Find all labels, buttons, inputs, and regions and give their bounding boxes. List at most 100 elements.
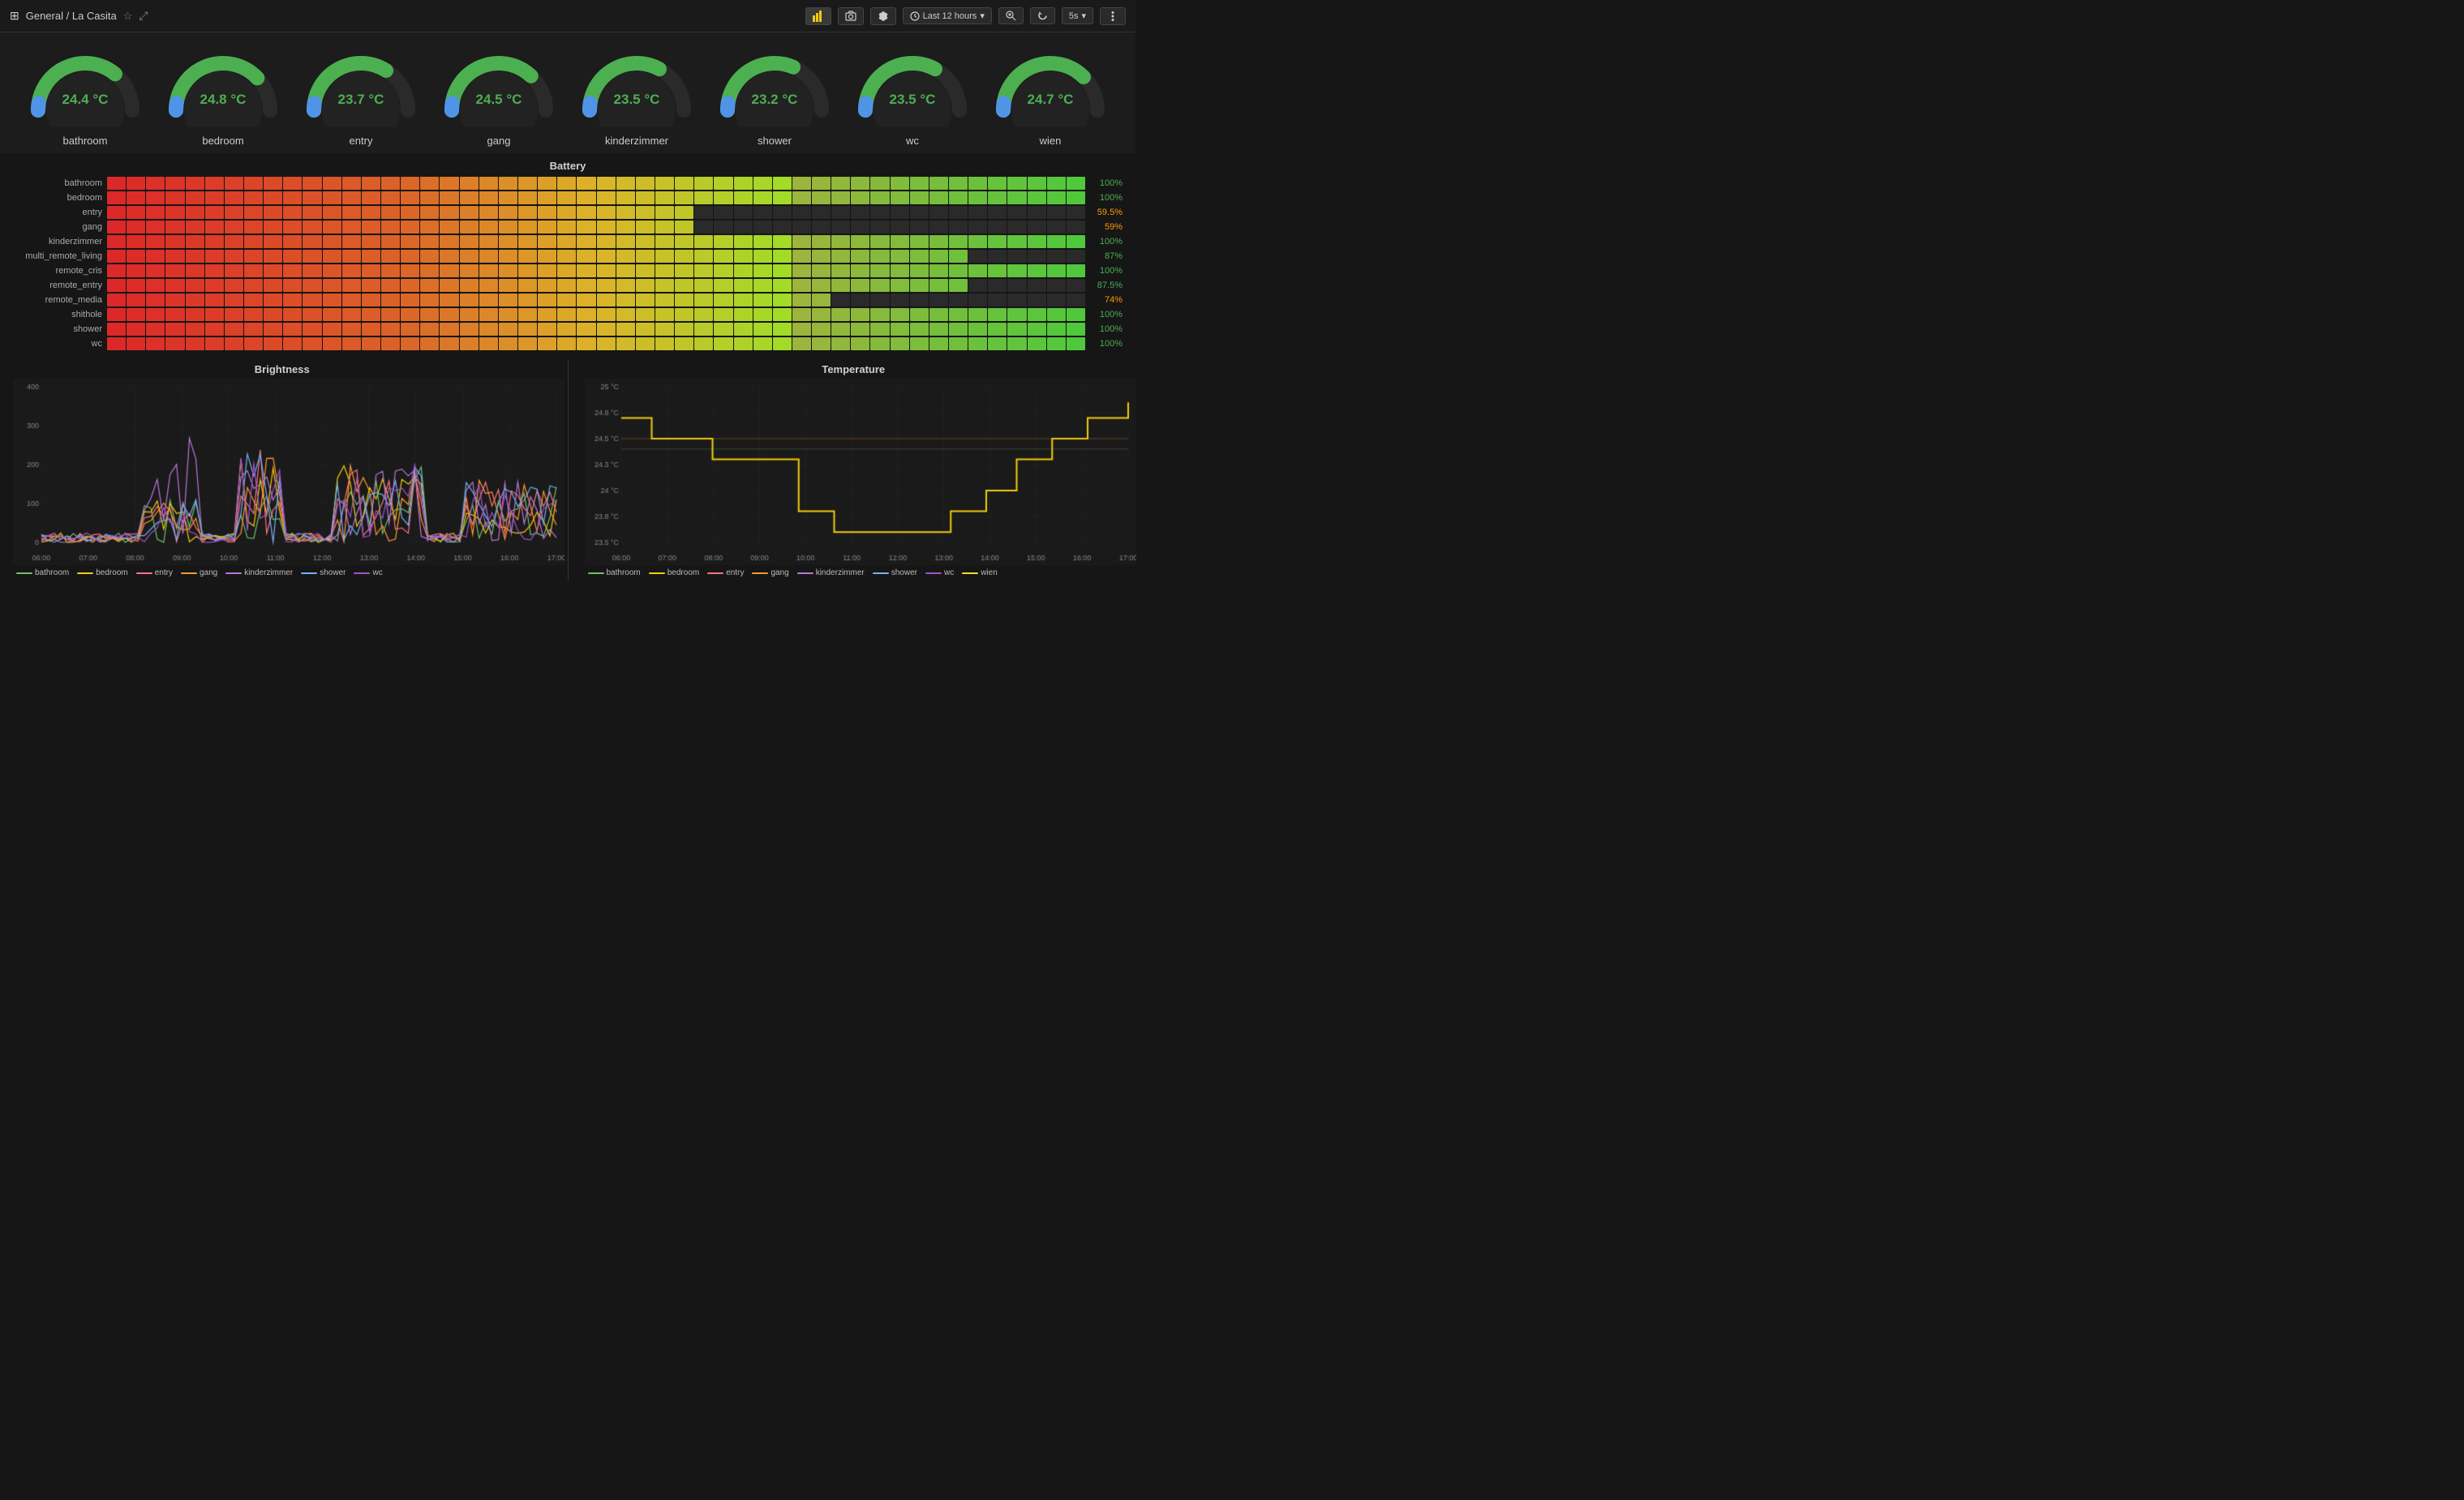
battery-cell bbox=[165, 264, 184, 277]
battery-label-shithole: shithole bbox=[13, 310, 102, 319]
battery-cell bbox=[968, 250, 987, 263]
battery-cell bbox=[381, 177, 400, 190]
legend-color-dot bbox=[752, 572, 768, 574]
battery-cell bbox=[518, 191, 537, 204]
star-icon[interactable]: ☆ bbox=[123, 10, 133, 23]
battery-cell bbox=[186, 279, 204, 292]
battery-cell bbox=[1028, 206, 1046, 219]
header: ⊞ General / La Casita ☆ ⤢ Last bbox=[0, 0, 1135, 32]
battery-cell bbox=[694, 294, 713, 306]
battery-row-bathroom: bathroom100% bbox=[13, 177, 1123, 190]
zoom-button[interactable] bbox=[998, 7, 1024, 24]
svg-text:24.4 °C: 24.4 °C bbox=[62, 92, 109, 107]
battery-cell bbox=[831, 323, 850, 336]
battery-cell bbox=[107, 221, 126, 234]
battery-cell bbox=[891, 337, 909, 350]
battery-cell bbox=[165, 323, 184, 336]
battery-cell bbox=[597, 323, 616, 336]
battery-cell bbox=[636, 294, 655, 306]
battery-cell bbox=[831, 337, 850, 350]
camera-icon bbox=[845, 11, 856, 22]
battery-cell bbox=[577, 177, 595, 190]
settings-button[interactable] bbox=[870, 7, 896, 25]
battery-pct-shower: 100% bbox=[1090, 324, 1123, 334]
battery-cells-entry bbox=[107, 206, 1085, 219]
time-range-button[interactable]: Last 12 hours ▾ bbox=[903, 7, 992, 24]
battery-cell bbox=[499, 177, 517, 190]
battery-cell bbox=[342, 294, 361, 306]
battery-cell bbox=[460, 308, 479, 321]
battery-cell bbox=[362, 323, 380, 336]
legend-label: entry bbox=[155, 568, 173, 577]
refresh-button[interactable] bbox=[1030, 7, 1055, 24]
battery-cell bbox=[851, 279, 869, 292]
battery-cell bbox=[1047, 323, 1066, 336]
battery-cell bbox=[851, 337, 869, 350]
screenshot-button[interactable] bbox=[838, 7, 864, 25]
legend-color-dot bbox=[649, 572, 665, 574]
battery-cell bbox=[538, 294, 556, 306]
legend-label: shower bbox=[891, 568, 917, 577]
legend-label: gang bbox=[771, 568, 788, 577]
battery-cell bbox=[244, 221, 263, 234]
battery-cell bbox=[891, 221, 909, 234]
legend-label: shower bbox=[320, 568, 346, 577]
battery-cell bbox=[792, 323, 811, 336]
battery-cell bbox=[283, 235, 302, 248]
brightness-legend-item-bedroom: bedroom bbox=[77, 568, 127, 577]
battery-cell bbox=[538, 264, 556, 277]
battery-cell bbox=[870, 177, 889, 190]
battery-cell bbox=[303, 337, 321, 350]
legend-color-dot bbox=[925, 572, 942, 574]
battery-cell bbox=[538, 337, 556, 350]
battery-cell bbox=[381, 250, 400, 263]
share-icon[interactable]: ⤢ bbox=[139, 9, 148, 23]
battery-cell bbox=[1047, 308, 1066, 321]
battery-cell bbox=[929, 279, 948, 292]
battery-cell bbox=[401, 337, 419, 350]
battery-cell bbox=[186, 221, 204, 234]
battery-cell bbox=[734, 250, 753, 263]
battery-cell bbox=[929, 264, 948, 277]
battery-cell bbox=[557, 264, 576, 277]
battery-cell bbox=[968, 279, 987, 292]
battery-cell bbox=[127, 177, 145, 190]
gauge-svg-kinderzimmer: 23.5 °C bbox=[580, 45, 693, 126]
battery-cell bbox=[1007, 323, 1026, 336]
battery-cell bbox=[225, 323, 243, 336]
battery-cell bbox=[753, 221, 772, 234]
battery-cell bbox=[870, 264, 889, 277]
battery-cell bbox=[479, 206, 498, 219]
menu-button[interactable] bbox=[1100, 7, 1126, 25]
battery-cell bbox=[616, 264, 635, 277]
bar-chart-button[interactable] bbox=[805, 7, 831, 25]
interval-button[interactable]: 5s ▾ bbox=[1062, 7, 1093, 24]
battery-cell bbox=[460, 235, 479, 248]
battery-row-entry: entry59.5% bbox=[13, 206, 1123, 219]
battery-cell bbox=[891, 264, 909, 277]
refresh-icon bbox=[1037, 11, 1048, 21]
battery-cell bbox=[323, 250, 341, 263]
battery-cell bbox=[146, 250, 165, 263]
battery-cell bbox=[675, 308, 693, 321]
grid-icon[interactable]: ⊞ bbox=[10, 9, 19, 23]
battery-cell bbox=[988, 337, 1007, 350]
battery-cell bbox=[968, 294, 987, 306]
battery-cell bbox=[870, 294, 889, 306]
battery-cell bbox=[127, 294, 145, 306]
battery-cells-gang bbox=[107, 221, 1085, 234]
battery-cell bbox=[1047, 221, 1066, 234]
battery-cell bbox=[127, 206, 145, 219]
battery-cell bbox=[577, 294, 595, 306]
battery-cell bbox=[401, 221, 419, 234]
battery-cell bbox=[734, 337, 753, 350]
battery-cell bbox=[440, 235, 458, 248]
battery-cell bbox=[303, 264, 321, 277]
battery-cell bbox=[186, 308, 204, 321]
battery-cell bbox=[714, 191, 732, 204]
battery-cell bbox=[753, 337, 772, 350]
battery-cell bbox=[479, 294, 498, 306]
battery-label-remote_entry: remote_entry bbox=[13, 281, 102, 290]
battery-cells-remote_media bbox=[107, 294, 1085, 306]
brightness-title: Brightness bbox=[13, 363, 552, 375]
